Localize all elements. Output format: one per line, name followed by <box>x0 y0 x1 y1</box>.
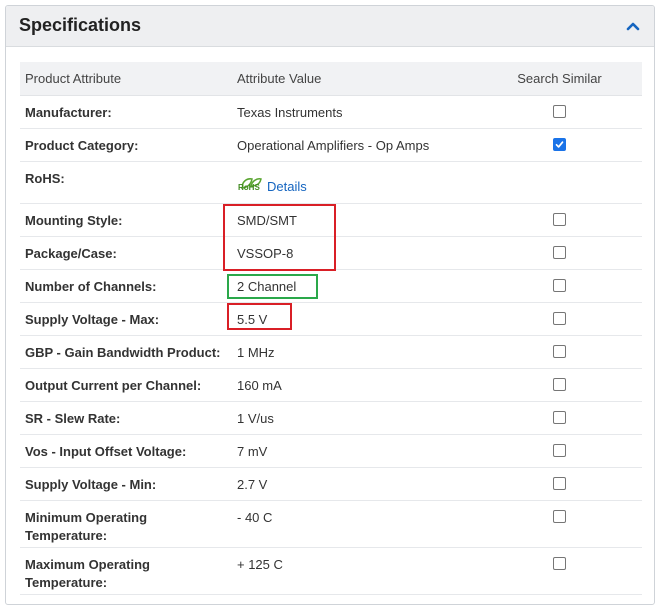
row-supply-voltage-min: Supply Voltage - Min: 2.7 V <box>20 467 642 501</box>
search-similar-cell <box>477 434 642 468</box>
attribute-value: 2 Channel <box>232 269 477 303</box>
search-similar-checkbox[interactable] <box>553 105 566 118</box>
attribute-label: Package/Case: <box>20 236 232 270</box>
attribute-value: VSSOP-8 <box>232 236 477 270</box>
row-min-operating-temperature: Minimum Operating Temperature: - 40 C <box>20 500 642 548</box>
search-similar-checkbox[interactable] <box>553 279 566 292</box>
header-attribute-value: Attribute Value <box>232 62 477 96</box>
rohs-leaf-icon: RoHS <box>237 176 263 196</box>
row-output-current: Output Current per Channel: 160 mA <box>20 368 642 402</box>
search-similar-checkbox[interactable] <box>553 477 566 490</box>
row-package-case: Package/Case: VSSOP-8 <box>20 236 642 270</box>
search-similar-cell <box>477 128 642 162</box>
attribute-value: 5.5 V <box>232 302 477 336</box>
table-header-row: Product Attribute Attribute Value Search… <box>20 62 642 96</box>
attribute-label: Minimum Operating Temperature: <box>20 500 232 548</box>
attribute-value: 7 mV <box>232 434 477 468</box>
specifications-panel: Specifications Product Attribute Attribu… <box>5 5 655 605</box>
search-similar-cell <box>477 467 642 501</box>
search-similar-cell <box>477 335 642 369</box>
row-manufacturer: Manufacturer: Texas Instruments <box>20 95 642 129</box>
attribute-value: 1 V/us <box>232 401 477 435</box>
attribute-label: Supply Voltage - Min: <box>20 467 232 501</box>
search-similar-cell <box>477 547 642 595</box>
attribute-label: Supply Voltage - Max: <box>20 302 232 336</box>
attribute-label: RoHS: <box>20 161 232 204</box>
attribute-label: Output Current per Channel: <box>20 368 232 402</box>
search-similar-checkbox[interactable] <box>553 138 566 151</box>
attribute-value: Operational Amplifiers - Op Amps <box>232 128 477 162</box>
search-similar-checkbox[interactable] <box>553 378 566 391</box>
row-supply-voltage-max: Supply Voltage - Max: 5.5 V <box>20 302 642 336</box>
attribute-value: 160 mA <box>232 368 477 402</box>
search-similar-cell <box>477 500 642 548</box>
panel-header: Specifications <box>6 6 654 47</box>
search-similar-checkbox[interactable] <box>553 345 566 358</box>
panel-title: Specifications <box>19 15 142 35</box>
search-similar-cell <box>477 161 642 204</box>
attribute-label: Mounting Style: <box>20 203 232 237</box>
specifications-table: Product Attribute Attribute Value Search… <box>20 62 642 595</box>
search-similar-cell <box>477 269 642 303</box>
attribute-value: SMD/SMT <box>232 203 477 237</box>
attribute-label: Manufacturer: <box>20 95 232 129</box>
search-similar-checkbox[interactable] <box>553 557 566 570</box>
attribute-label: Product Category: <box>20 128 232 162</box>
header-search-similar: Search Similar <box>477 62 642 96</box>
attribute-label: SR - Slew Rate: <box>20 401 232 435</box>
attribute-label: GBP - Gain Bandwidth Product: <box>20 335 232 369</box>
search-similar-checkbox[interactable] <box>553 246 566 259</box>
row-number-of-channels: Number of Channels: 2 Channel <box>20 269 642 303</box>
search-similar-cell <box>477 368 642 402</box>
header-product-attribute: Product Attribute <box>20 62 232 96</box>
search-similar-cell <box>477 401 642 435</box>
rohs-value-cell: RoHS Details <box>232 161 477 204</box>
row-rohs: RoHS: RoHS Details <box>20 161 642 204</box>
attribute-label: Vos - Input Offset Voltage: <box>20 434 232 468</box>
rohs-logo-text: RoHS <box>238 183 260 192</box>
search-similar-cell <box>477 302 642 336</box>
search-similar-checkbox[interactable] <box>553 444 566 457</box>
rohs-status: RoHS Details <box>237 176 307 196</box>
attribute-value: 1 MHz <box>232 335 477 369</box>
attribute-value: - 40 C <box>232 500 477 548</box>
search-similar-checkbox[interactable] <box>553 312 566 325</box>
row-mounting-style: Mounting Style: SMD/SMT <box>20 203 642 237</box>
search-similar-cell <box>477 203 642 237</box>
row-slew-rate: SR - Slew Rate: 1 V/us <box>20 401 642 435</box>
search-similar-checkbox[interactable] <box>553 510 566 523</box>
attribute-value: Texas Instruments <box>232 95 477 129</box>
rohs-details-link[interactable]: Details <box>267 178 307 196</box>
row-input-offset-voltage: Vos - Input Offset Voltage: 7 mV <box>20 434 642 468</box>
attribute-label: Maximum Operating Temperature: <box>20 547 232 595</box>
attribute-value: 2.7 V <box>232 467 477 501</box>
attribute-value: + 125 C <box>232 547 477 595</box>
search-similar-checkbox[interactable] <box>553 411 566 424</box>
row-gbp: GBP - Gain Bandwidth Product: 1 MHz <box>20 335 642 369</box>
search-similar-cell <box>477 236 642 270</box>
row-max-operating-temperature: Maximum Operating Temperature: + 125 C <box>20 547 642 595</box>
search-similar-cell <box>477 95 642 129</box>
row-product-category: Product Category: Operational Amplifiers … <box>20 128 642 162</box>
search-similar-checkbox[interactable] <box>553 213 566 226</box>
attribute-label: Number of Channels: <box>20 269 232 303</box>
chevron-up-icon[interactable] <box>626 19 640 31</box>
checkmark-icon <box>555 141 564 148</box>
